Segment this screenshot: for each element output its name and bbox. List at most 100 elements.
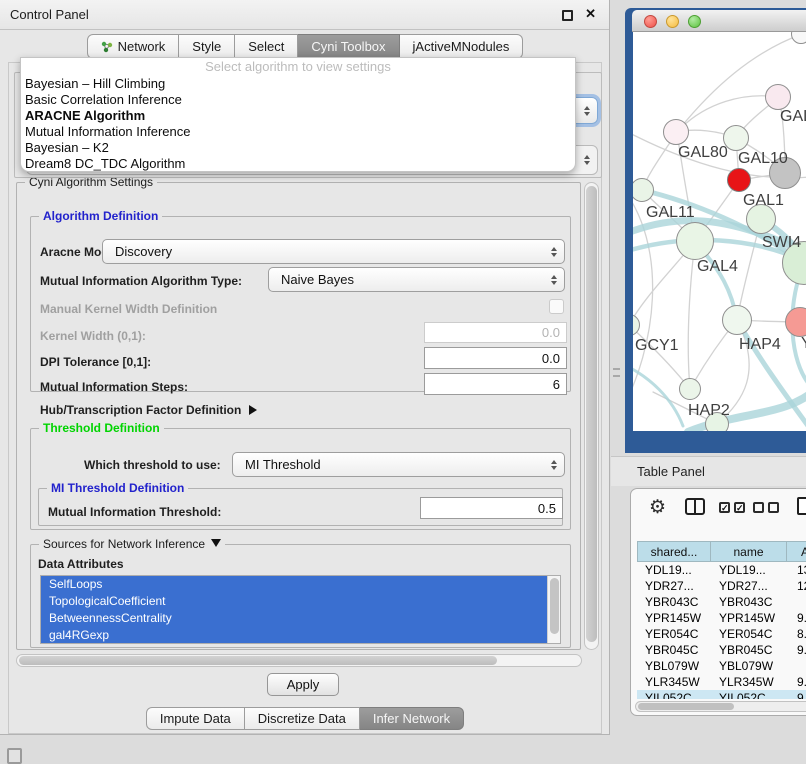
network-node[interactable] xyxy=(679,378,701,400)
threshold-definition-title: Threshold Definition xyxy=(39,421,164,436)
dpi-tolerance-field[interactable]: 0.0 xyxy=(424,347,567,369)
algorithm-popup: Select algorithm to view settings Bayesi… xyxy=(20,57,576,172)
attribute-gal4rgexp[interactable]: gal4RGexp xyxy=(41,627,560,644)
mi-type-combo[interactable]: Naive Bayes xyxy=(268,267,565,292)
algorithm-option-mutual-information-inference[interactable]: Mutual Information Inference xyxy=(21,124,575,140)
table-panel-window: ⚙ ✓✓ shared...nameA YDL19...YDL19...13YD… xyxy=(630,488,806,716)
manual-kernel-checkbox xyxy=(549,299,564,314)
table-cell: YIL052C xyxy=(637,690,711,699)
mi-steps-label: Mutual Information Steps: xyxy=(40,380,188,394)
tab-infer-network[interactable]: Infer Network xyxy=(360,707,464,730)
table-cell: YDR27... xyxy=(637,578,711,594)
apply-button[interactable]: Apply xyxy=(267,673,339,696)
network-node[interactable] xyxy=(727,168,751,192)
close-icon[interactable]: ✕ xyxy=(585,6,596,22)
column-header-a[interactable]: A xyxy=(787,541,806,562)
network-node[interactable] xyxy=(676,222,714,260)
zoom-traffic-light[interactable] xyxy=(688,15,701,28)
table-cell: YER054C xyxy=(637,626,711,642)
data-attributes-label: Data Attributes xyxy=(38,557,124,571)
tab-style[interactable]: Style xyxy=(179,34,235,59)
minimize-traffic-light[interactable] xyxy=(666,15,679,28)
algorithm-option-bayesian-k2[interactable]: Bayesian – K2 xyxy=(21,140,575,156)
deselect-all-icon[interactable] xyxy=(753,502,779,513)
hub-section-toggle[interactable]: Hub/Transcription Factor Definition xyxy=(40,403,257,417)
settings-hscroll-thumb[interactable] xyxy=(19,656,497,665)
table-row[interactable]: YBL079WYBL079W xyxy=(637,658,806,674)
algorithm-option-aracne-algorithm[interactable]: ARACNE Algorithm xyxy=(21,108,575,124)
table-hscroll-thumb[interactable] xyxy=(638,703,734,710)
table-panel-header: Table Panel xyxy=(611,456,806,486)
tab-impute-data[interactable]: Impute Data xyxy=(146,707,245,730)
which-threshold-combo[interactable]: MI Threshold xyxy=(232,452,565,477)
table-row[interactable]: YBR043CYBR043C xyxy=(637,594,806,610)
mi-type-label: Mutual Information Algorithm Type: xyxy=(40,274,242,288)
bottom-tabs: Impute DataDiscretize DataInfer Network xyxy=(0,707,610,730)
tab-cyni-toolbox[interactable]: Cyni Toolbox xyxy=(298,34,399,59)
tab-discretize-data[interactable]: Discretize Data xyxy=(245,707,360,730)
table-partial-row[interactable]: YIL052CYIL052C9. xyxy=(637,690,806,699)
tab-network[interactable]: Network xyxy=(87,34,180,59)
mi-threshold-field[interactable]: 0.5 xyxy=(420,497,563,519)
table-row[interactable]: YDR27...YDR27...12 xyxy=(637,578,806,594)
table-row[interactable]: YBR045CYBR045C9. xyxy=(637,642,806,658)
node-label-gal10: GAL10 xyxy=(738,150,788,168)
select-all-icon[interactable]: ✓✓ xyxy=(719,502,745,513)
control-panel-window: Control Panel ✕ Network Style Select Cyni T… xyxy=(0,0,610,735)
table-cell: 9. xyxy=(787,642,806,658)
tab-jactivemnodules[interactable]: jActiveMNodules xyxy=(400,34,524,59)
attribute-betweennesscentrality[interactable]: BetweennessCentrality xyxy=(41,610,560,627)
table-cell xyxy=(787,594,806,610)
attribute-topologicalcoefficient[interactable]: TopologicalCoefficient xyxy=(41,593,560,610)
close-traffic-light[interactable] xyxy=(644,15,657,28)
column-header-shared[interactable]: shared... xyxy=(637,541,711,562)
table-row[interactable]: YDL19...YDL19...13 xyxy=(637,562,806,578)
node-label-y: Y xyxy=(801,335,806,353)
aracne-mode-value: Discovery xyxy=(115,244,172,259)
network-node[interactable] xyxy=(663,119,689,145)
float-window-icon[interactable] xyxy=(562,10,573,21)
table-row[interactable]: YER054CYER054C8. xyxy=(637,626,806,642)
algorithm-option-dream8-dc-tdc-algorithm[interactable]: Dream8 DC_TDC Algorithm xyxy=(21,156,575,172)
node-label-gal80: GAL80 xyxy=(678,144,728,162)
algorithm-popup-list: Bayesian – Hill ClimbingBasic Correlatio… xyxy=(21,76,575,172)
attribute-selfloops[interactable]: SelfLoops xyxy=(41,576,560,593)
attributes-scrollbar-thumb[interactable] xyxy=(550,578,559,634)
sources-group-title[interactable]: Sources for Network Inference xyxy=(39,537,225,552)
partial-toolbar-icon[interactable] xyxy=(797,497,806,515)
which-threshold-label: Which threshold to use: xyxy=(84,458,221,472)
network-icon xyxy=(101,41,113,53)
table-cell: 9. xyxy=(787,690,806,699)
network-node[interactable] xyxy=(765,84,791,110)
table-cell: 12 xyxy=(787,578,806,594)
tab-select[interactable]: Select xyxy=(235,34,298,59)
table-cell: 9. xyxy=(787,674,806,690)
tab-label: Select xyxy=(248,39,284,54)
table-cell: YPR145W xyxy=(711,610,787,626)
table-row[interactable]: YLR345WYLR345W9. xyxy=(637,674,806,690)
table-body: YDL19...YDL19...13YDR27...YDR27...12YBR0… xyxy=(637,562,806,690)
node-label-gal4: GAL4 xyxy=(697,258,738,276)
tab-label: Style xyxy=(192,39,221,54)
column-layout-icon[interactable] xyxy=(685,498,705,515)
network-canvas[interactable]: GALGAL80GAL10GAL1GAL11SWI4GAL4GCY1HAP4YH… xyxy=(633,32,806,431)
attributes-scrollbar xyxy=(547,576,560,643)
table-row[interactable]: YPR145WYPR145W9. xyxy=(637,610,806,626)
algorithm-definition-title: Algorithm Definition xyxy=(39,209,162,224)
table-cell: 9. xyxy=(787,610,806,626)
algorithm-option-bayesian-hill-climbing[interactable]: Bayesian – Hill Climbing xyxy=(21,76,575,92)
mi-steps-field[interactable]: 6 xyxy=(424,373,567,395)
table-cell: YBR045C xyxy=(711,642,787,658)
control-panel-titlebar: Control Panel ✕ xyxy=(0,0,609,30)
network-node[interactable] xyxy=(722,305,752,335)
settings-horizontal-scrollbar xyxy=(16,654,582,667)
column-header-name[interactable]: name xyxy=(711,541,787,562)
settings-vscroll-thumb[interactable] xyxy=(586,186,597,642)
algorithm-option-basic-correlation-inference[interactable]: Basic Correlation Inference xyxy=(21,92,575,108)
table-cell: YIL052C xyxy=(711,690,787,699)
settings-vertical-scrollbar xyxy=(584,182,599,650)
aracne-mode-combo[interactable]: Discovery xyxy=(102,239,565,264)
settings-gear-icon[interactable]: ⚙ xyxy=(649,496,666,519)
table-cell: YBR045C xyxy=(637,642,711,658)
panel-splitter-handle[interactable] xyxy=(613,368,620,377)
